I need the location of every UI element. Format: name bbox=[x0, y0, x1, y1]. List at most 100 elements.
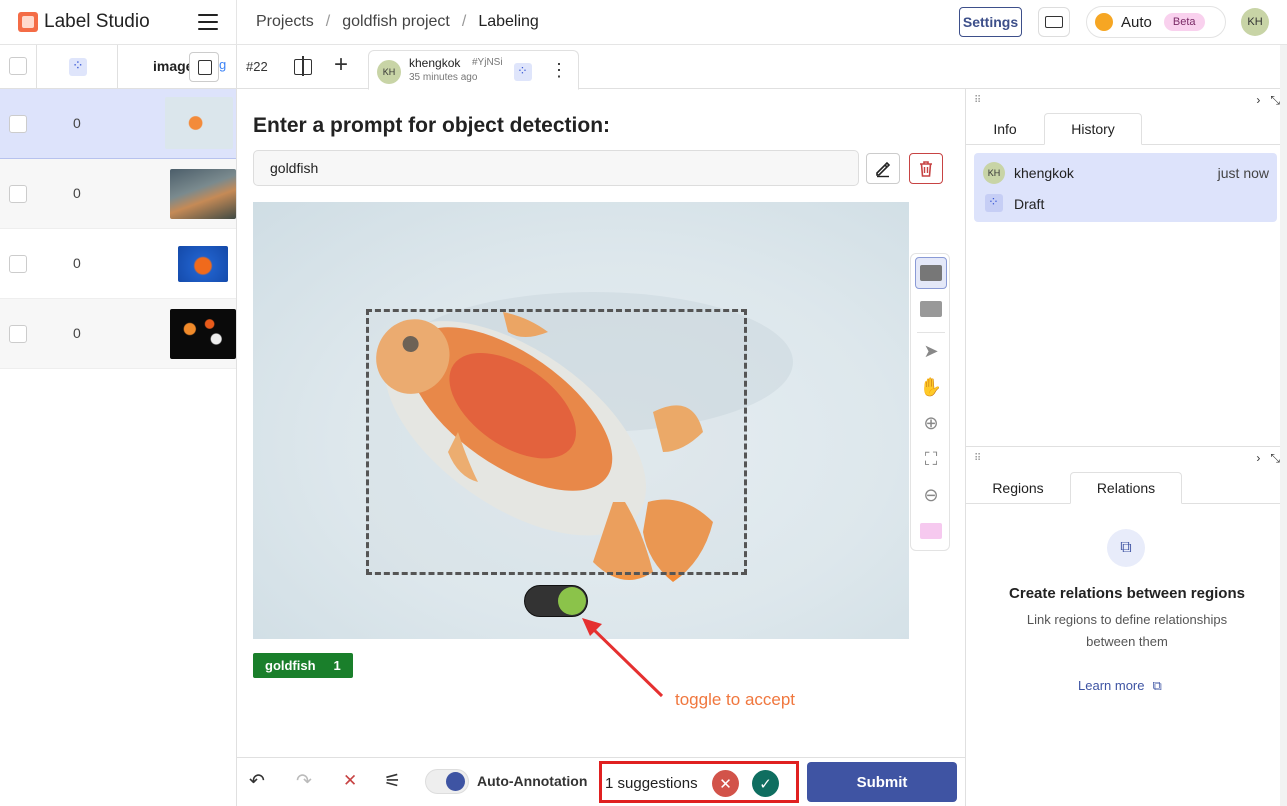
accept-suggestion-toggle[interactable] bbox=[524, 585, 588, 617]
task-row[interactable]: 0 bbox=[0, 299, 236, 369]
auto-annotation-label: Auto-Annotation bbox=[477, 773, 588, 789]
info-panel-header: ⠿ › ⤡ bbox=[966, 90, 1287, 110]
zoom-in-icon: ⊕ bbox=[923, 412, 939, 433]
detection-bounding-box[interactable] bbox=[366, 309, 747, 575]
reset-icon[interactable]: ✕ bbox=[343, 771, 357, 791]
history-item[interactable]: KH khengkok just now Draft bbox=[974, 153, 1277, 222]
delete-prompt-button[interactable] bbox=[909, 153, 943, 184]
breadcrumb-projects[interactable]: Projects bbox=[256, 13, 314, 31]
app-logo[interactable]: Label Studio bbox=[18, 11, 150, 33]
avatar: KH bbox=[983, 162, 1005, 184]
pan-tool[interactable]: ✋ bbox=[915, 371, 947, 403]
relations-empty-title: Create relations between regions bbox=[1009, 585, 1245, 602]
tab-history[interactable]: History bbox=[1044, 113, 1142, 145]
task-checkbox[interactable] bbox=[9, 185, 27, 203]
trash-icon bbox=[920, 160, 932, 177]
draft-icon bbox=[514, 63, 532, 81]
split-view-icon[interactable] bbox=[294, 56, 312, 77]
zoom-out-tool[interactable]: ⊖ bbox=[915, 479, 947, 511]
relations-empty-description: Link regions to define relationships bet… bbox=[1026, 612, 1228, 649]
menu-icon[interactable] bbox=[198, 14, 218, 30]
task-checkbox[interactable] bbox=[9, 255, 27, 273]
learn-more-link[interactable]: Learn more ⧉ bbox=[1078, 678, 1162, 694]
annotation-time: 35 minutes ago bbox=[409, 72, 478, 83]
suggestions-panel: 1 suggestions ✕ ✓ bbox=[599, 761, 799, 803]
reject-suggestions-button[interactable]: ✕ bbox=[712, 770, 739, 797]
tab-relations[interactable]: Relations bbox=[1070, 472, 1182, 504]
image-column-header[interactable]: image bbox=[153, 58, 193, 74]
select-all-checkbox[interactable] bbox=[9, 57, 27, 75]
smart-rectangle-icon bbox=[920, 523, 942, 539]
keyboard-shortcuts-button[interactable] bbox=[1038, 7, 1070, 37]
learn-more-label: Learn more bbox=[1078, 678, 1145, 693]
rectangle-icon bbox=[920, 265, 942, 281]
expand-icon[interactable]: › bbox=[1256, 93, 1260, 108]
magic-rectangle-tool[interactable] bbox=[915, 515, 947, 547]
undo-icon[interactable]: ↶ bbox=[249, 770, 265, 793]
column-overflow-link[interactable]: g bbox=[219, 57, 237, 77]
task-id: #22 bbox=[246, 59, 268, 74]
task-count: 0 bbox=[73, 185, 81, 201]
select-tool[interactable]: ➤ bbox=[915, 335, 947, 367]
collapse-icon[interactable]: ⤡ bbox=[1270, 451, 1280, 466]
accept-suggestions-button[interactable]: ✓ bbox=[752, 770, 779, 797]
zoom-fit-tool[interactable]: ⛶ bbox=[915, 443, 947, 475]
rectangle-tool[interactable] bbox=[915, 257, 947, 289]
edit-prompt-button[interactable] bbox=[866, 153, 900, 184]
submit-button[interactable]: Submit bbox=[807, 762, 957, 802]
more-options-icon[interactable]: ⋮ bbox=[550, 59, 568, 81]
annotations-column-icon[interactable] bbox=[69, 57, 87, 76]
view-options-button[interactable] bbox=[189, 52, 219, 82]
auto-annotation-toggle[interactable] bbox=[425, 769, 469, 794]
settings-button[interactable]: Settings bbox=[959, 7, 1022, 37]
zoom-out-icon: ⊖ bbox=[923, 484, 939, 505]
drag-handle-icon[interactable]: ⠿ bbox=[974, 95, 981, 106]
add-annotation-icon[interactable]: + bbox=[334, 53, 348, 77]
prompt-title: Enter a prompt for object detection: bbox=[253, 114, 611, 137]
breadcrumb-project[interactable]: goldfish project bbox=[342, 13, 450, 31]
task-row[interactable]: 0 bbox=[0, 159, 236, 229]
task-checkbox[interactable] bbox=[9, 325, 27, 343]
task-row[interactable]: 0 bbox=[0, 89, 236, 159]
history-time: just now bbox=[1217, 165, 1269, 181]
drag-handle-icon[interactable]: ⠿ bbox=[974, 453, 981, 464]
rectangle-3point-tool[interactable] bbox=[915, 293, 947, 325]
redo-icon[interactable]: ↷ bbox=[296, 770, 312, 793]
page-scrollbar[interactable] bbox=[1280, 45, 1287, 806]
keyboard-icon bbox=[1045, 16, 1063, 28]
zoom-in-tool[interactable]: ⊕ bbox=[915, 407, 947, 439]
tab-info[interactable]: Info bbox=[974, 113, 1036, 145]
task-thumbnail bbox=[178, 246, 228, 282]
app-name: Label Studio bbox=[44, 11, 150, 32]
close-icon: ✕ bbox=[719, 775, 732, 793]
breadcrumb-separator: / bbox=[325, 13, 331, 30]
draft-icon bbox=[985, 194, 1003, 212]
external-link-icon: ⧉ bbox=[1152, 678, 1162, 693]
side-panel: ⠿ › ⤡ Info History KH khengkok just now D… bbox=[965, 89, 1287, 806]
task-thumbnail bbox=[170, 309, 236, 359]
top-bar: Label Studio Projects / goldfish project… bbox=[0, 0, 1287, 45]
info-history-tabs: Info History bbox=[966, 113, 1287, 145]
annotator-avatar: KH bbox=[377, 60, 401, 84]
relations-icon: ⧉ bbox=[1107, 529, 1145, 567]
breadcrumb-current: Labeling bbox=[478, 13, 539, 30]
regions-relations-tabs: Regions Relations bbox=[966, 472, 1287, 504]
label-goldfish[interactable]: goldfish 1 bbox=[253, 653, 353, 678]
tab-regions[interactable]: Regions bbox=[974, 472, 1062, 504]
expand-icon[interactable]: › bbox=[1256, 451, 1260, 466]
callout-arrow-icon bbox=[582, 618, 664, 698]
auto-mode-toggle[interactable]: Auto Beta bbox=[1086, 6, 1226, 38]
settings-sliders-icon[interactable]: ⚟ bbox=[384, 770, 401, 793]
collapse-icon[interactable]: ⤡ bbox=[1270, 93, 1280, 108]
history-status: Draft bbox=[1014, 196, 1045, 212]
task-list-header: image g bbox=[0, 45, 236, 89]
user-avatar[interactable]: KH bbox=[1241, 8, 1269, 36]
annotation-tab[interactable]: KH khengkok #YjNSi 35 minutes ago ⋮ bbox=[368, 50, 579, 90]
prompt-input[interactable]: goldfish bbox=[253, 150, 859, 186]
task-row[interactable]: 0 bbox=[0, 229, 236, 299]
callout-text: toggle to accept bbox=[675, 690, 796, 709]
image-canvas[interactable] bbox=[253, 202, 909, 639]
annotation-tab-bar: #22 + KH khengkok #YjNSi 35 minutes ago … bbox=[237, 45, 1287, 90]
task-checkbox[interactable] bbox=[9, 115, 27, 133]
task-count: 0 bbox=[73, 325, 81, 341]
